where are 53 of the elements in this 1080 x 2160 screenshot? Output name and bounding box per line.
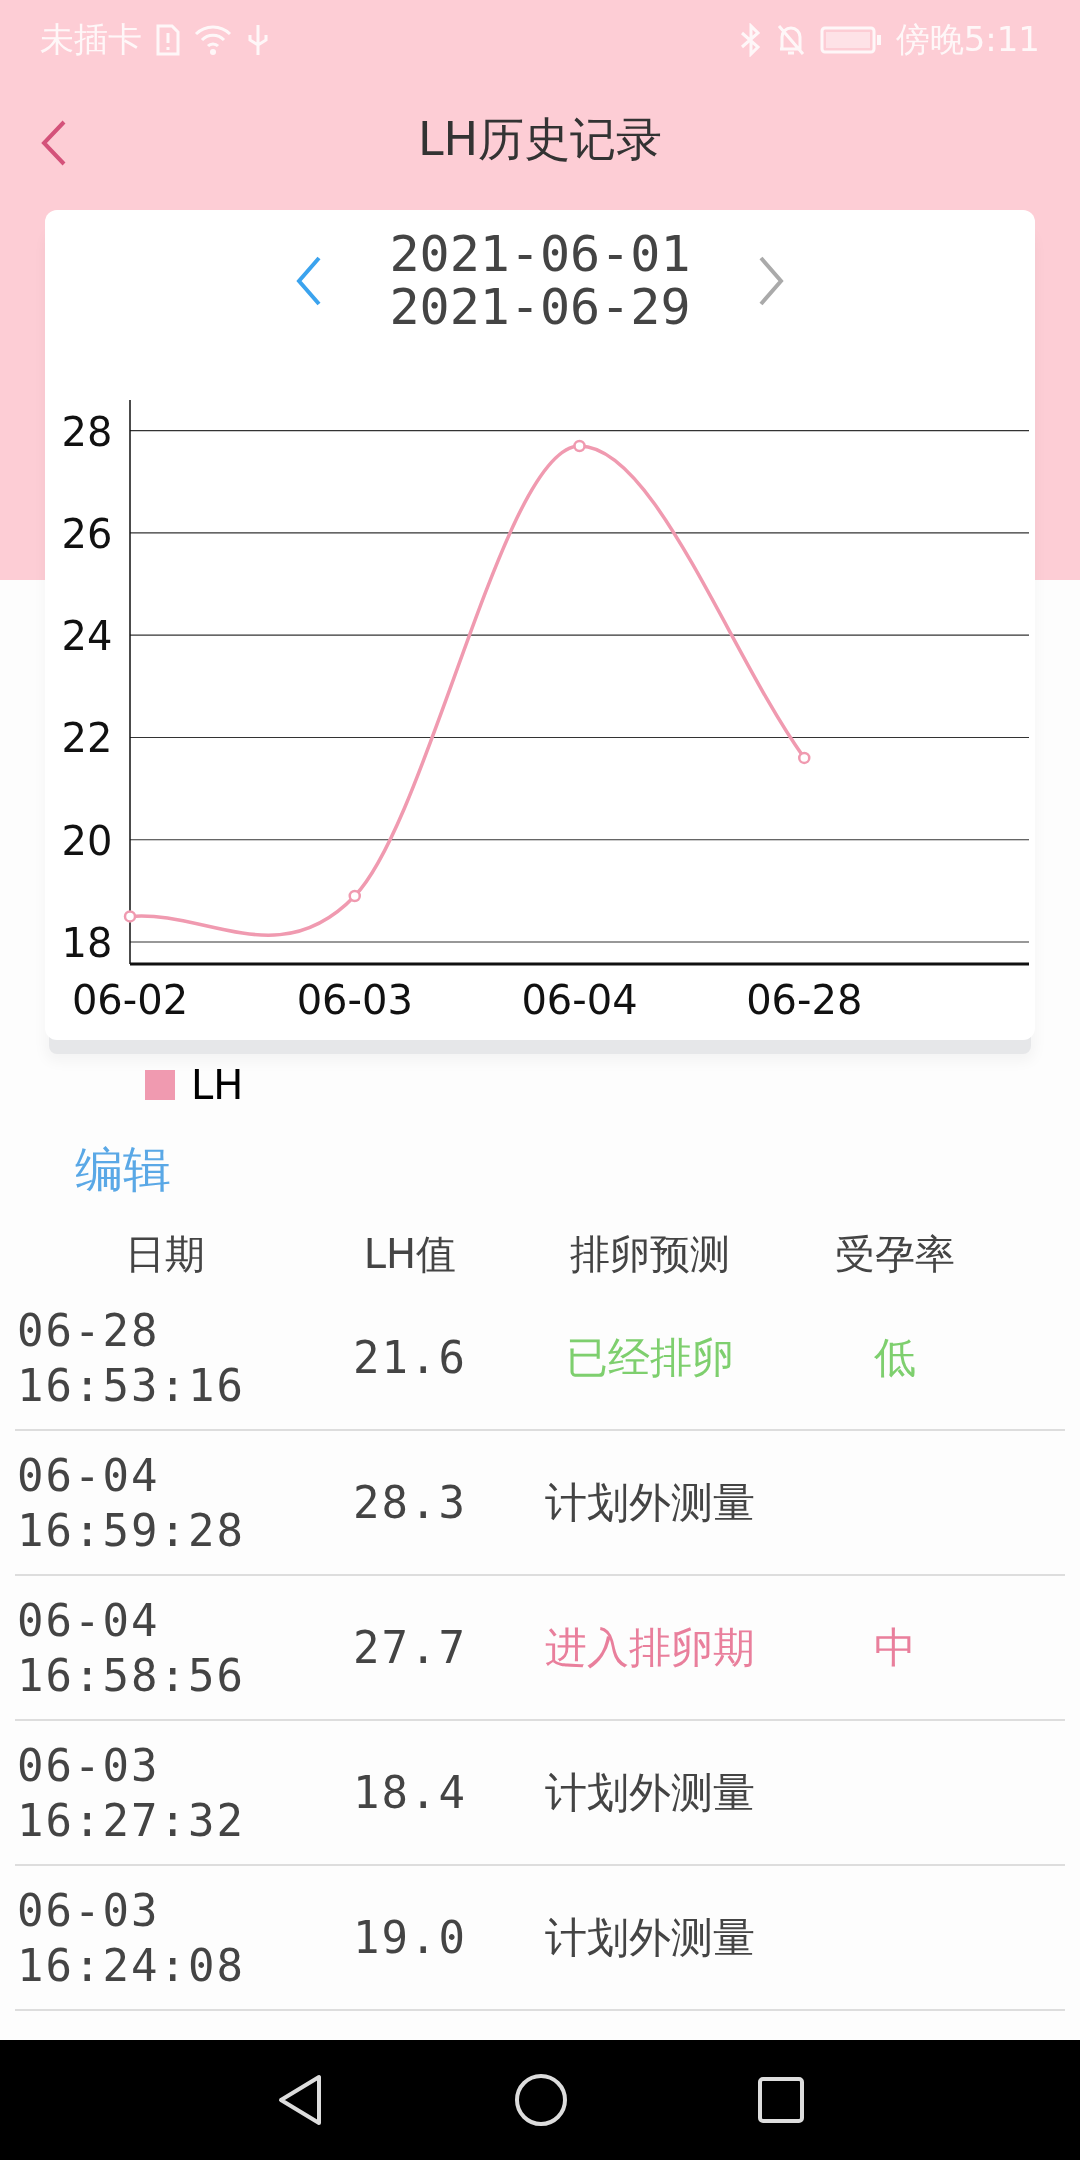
- rate-cell-text: 中: [873, 1621, 917, 1674]
- time-cell-text: 16:53:16: [17, 1358, 246, 1413]
- recents-nav-icon[interactable]: [757, 2076, 806, 2124]
- y-tick-label: 28: [61, 408, 113, 455]
- column-header: 排卵预测: [569, 1229, 731, 1279]
- rate-cell-text: 低: [873, 1331, 917, 1384]
- value-cell-text: 28.3: [352, 1477, 468, 1528]
- prediction-cell-text: 已经排卵: [565, 1331, 735, 1384]
- date-cell-text: 06-28: [17, 1303, 161, 1358]
- column-header: 受孕率: [834, 1229, 956, 1279]
- home-nav-icon[interactable]: [514, 2073, 568, 2127]
- time-cell-text: 16:27:32: [17, 1793, 246, 1848]
- data-point: [348, 889, 361, 903]
- column-header: 日期: [124, 1229, 206, 1279]
- end-date: 2021-06-29: [389, 280, 691, 333]
- wifi-icon: [194, 24, 232, 56]
- time-cell-text: 16:59:28: [17, 1503, 246, 1558]
- y-tick-label: 24: [61, 613, 113, 660]
- y-tick-label: 20: [61, 817, 113, 864]
- column-header: LH值: [362, 1229, 458, 1279]
- x-tick-label: 06-04: [521, 977, 638, 1023]
- date-cell-text: 06-04: [17, 1593, 161, 1648]
- x-tick-label: 06-03: [296, 977, 413, 1023]
- bluetooth-icon: [739, 23, 762, 57]
- date-cell-text: 06-03: [17, 1883, 161, 1938]
- value-cell-text: 21.6: [352, 1332, 468, 1383]
- bell-muted-icon: [775, 23, 806, 57]
- legend-label: LH: [191, 1062, 244, 1108]
- prediction-cell-text: 计划外测量: [544, 1911, 756, 1964]
- date-cell-text: 06-04: [17, 1448, 161, 1503]
- x-tick-label: 06-28: [746, 977, 863, 1023]
- data-point: [798, 751, 811, 765]
- prediction-cell-text: 进入排卵期: [544, 1621, 756, 1674]
- battery-icon: [819, 24, 882, 56]
- value-cell-text: 27.7: [352, 1622, 468, 1673]
- x-tick-label: 06-02: [71, 977, 189, 1023]
- edit-link[interactable]: 编辑: [75, 1138, 171, 1202]
- page-title: LH历史记录: [417, 111, 663, 168]
- data-point: [573, 439, 586, 453]
- sim-card-icon: [156, 24, 180, 56]
- date-cell-text: 06-03: [17, 1738, 161, 1793]
- y-tick-label: 18: [61, 920, 113, 966]
- y-tick-label: 22: [61, 715, 113, 762]
- y-tick-label: 26: [61, 510, 113, 557]
- start-date: 2021-06-01: [389, 228, 691, 281]
- time-cell-text: 16:24:08: [17, 1938, 246, 1993]
- prediction-cell-text: 计划外测量: [544, 1476, 756, 1529]
- value-cell-text: 18.4: [352, 1767, 468, 1818]
- usb-icon: [246, 23, 270, 57]
- prediction-cell-text: 计划外测量: [544, 1766, 756, 1819]
- time-cell-text: 16:58:56: [17, 1648, 246, 1703]
- data-point: [123, 910, 137, 923]
- value-cell-text: 19.0: [352, 1912, 468, 1963]
